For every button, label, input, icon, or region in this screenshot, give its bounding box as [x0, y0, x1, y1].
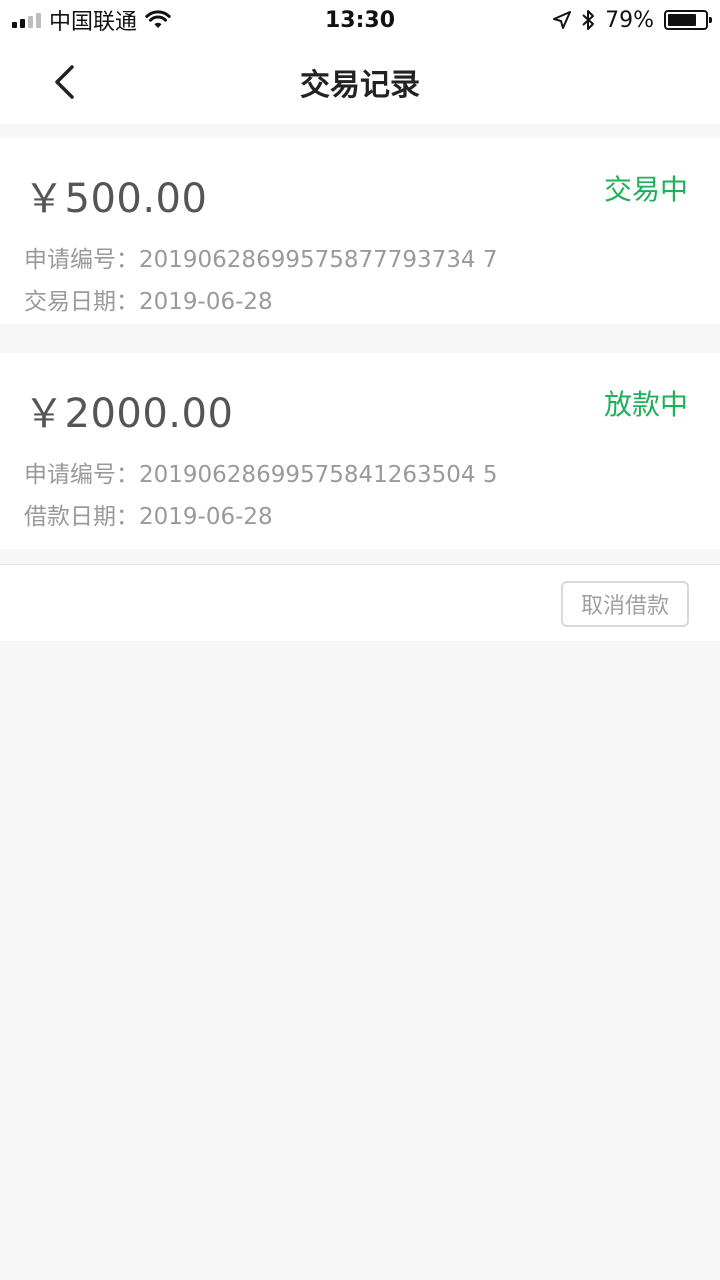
battery-fill — [668, 14, 697, 26]
record-application-number: 申请编号：20190628699575841263504 5 — [24, 462, 498, 488]
back-button[interactable] — [40, 58, 88, 106]
wifi-icon — [145, 10, 171, 28]
battery-percent: 79% — [605, 7, 654, 33]
record-application-number: 申请编号：20190628699575877793734 7 — [24, 247, 498, 273]
bluetooth-icon — [582, 10, 595, 30]
signal-icon — [12, 12, 41, 28]
chevron-left-icon — [55, 65, 74, 99]
status-right: 79% — [553, 7, 712, 33]
status-bar: 中国联通 13:30 79% — [0, 0, 720, 40]
page-title: 交易记录 — [300, 68, 420, 103]
record-amount: ￥2000.00 — [24, 391, 234, 437]
record-status: 放款中 — [603, 388, 688, 421]
record-card[interactable]: ￥500.00 交易中 申请编号：20190628699575877793734… — [0, 138, 720, 324]
status-left: 中国联通 — [12, 4, 171, 36]
location-arrow-icon — [553, 11, 572, 29]
screen: 中国联通 13:30 79% 交易记录 ￥500.00 交易中 申请编号：201… — [0, 0, 720, 1280]
record-status: 交易中 — [603, 173, 688, 206]
carrier-label: 中国联通 — [49, 10, 138, 35]
record-date: 借款日期：2019-06-28 — [24, 504, 273, 530]
record-action-row: 取消借款 — [0, 564, 720, 641]
record-date: 交易日期：2019-06-28 — [24, 289, 273, 315]
record-card[interactable]: ￥2000.00 放款中 申请编号：2019062869957584126350… — [0, 353, 720, 549]
record-amount: ￥500.00 — [24, 176, 208, 222]
cancel-loan-button[interactable]: 取消借款 — [561, 581, 689, 627]
nav-bar: 交易记录 — [0, 40, 720, 124]
battery-icon — [664, 10, 712, 30]
